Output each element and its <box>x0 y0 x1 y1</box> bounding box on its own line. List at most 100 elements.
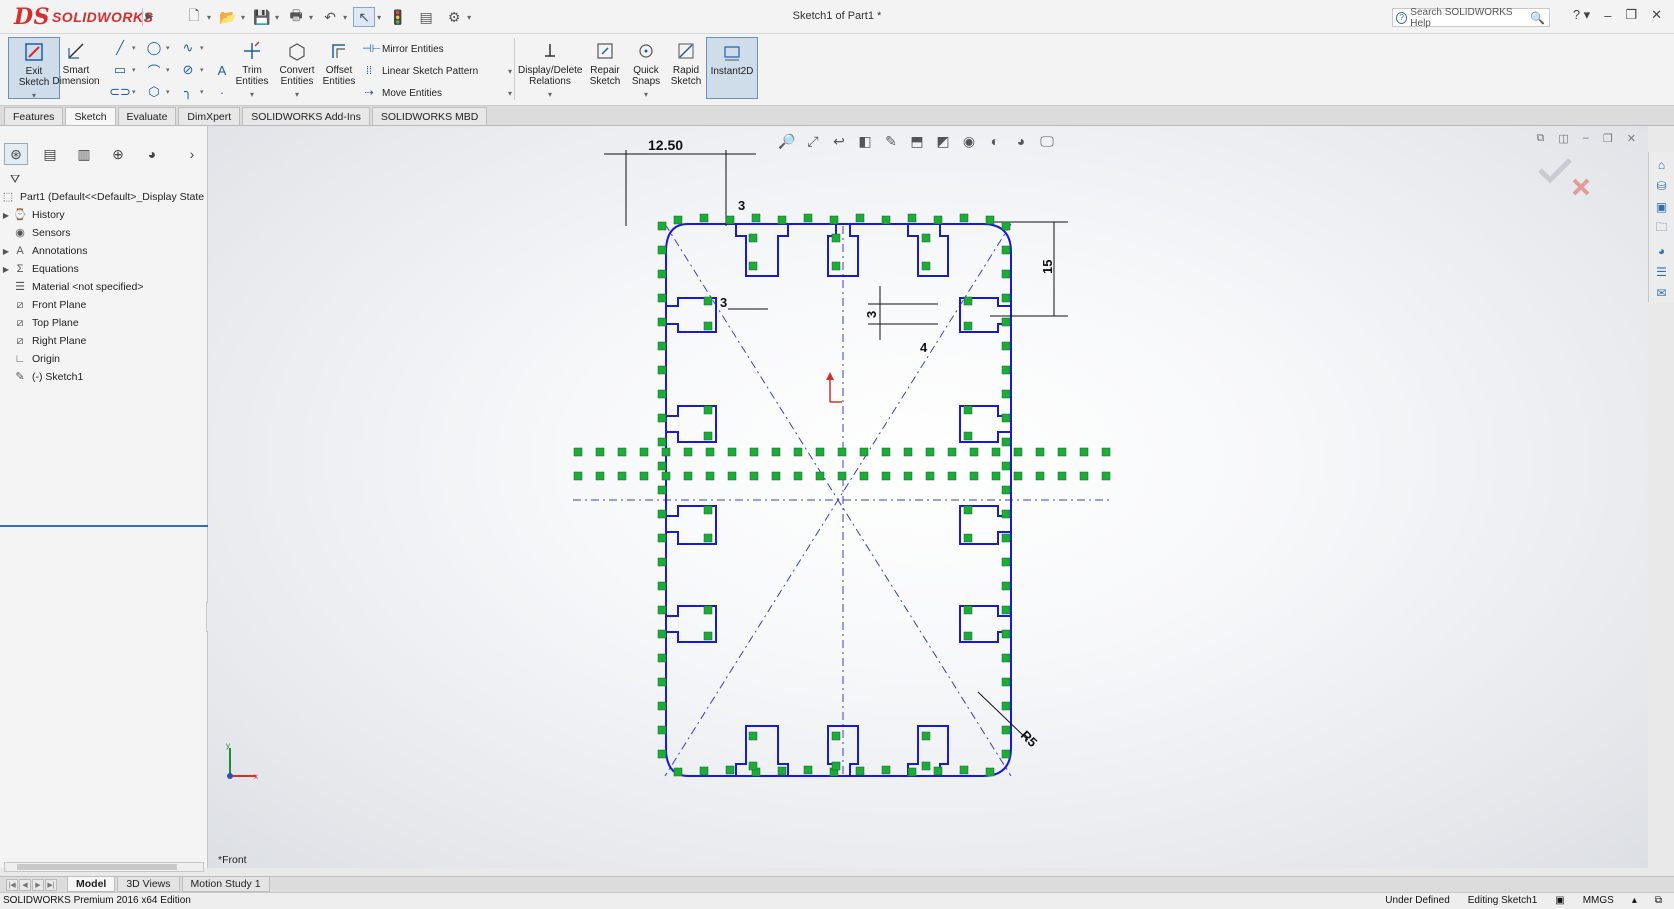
relation-marker[interactable] <box>1001 317 1011 327</box>
convert-dropdown-icon[interactable]: ▾ <box>274 89 320 100</box>
relation-marker[interactable] <box>803 765 813 775</box>
relation-marker[interactable] <box>725 215 735 225</box>
relation-marker[interactable] <box>657 341 667 351</box>
polygon-dropdown-icon[interactable]: ▾ <box>166 88 172 96</box>
relation-marker[interactable] <box>963 431 973 441</box>
relation-marker[interactable] <box>991 447 1001 457</box>
relation-marker[interactable] <box>725 765 735 775</box>
relation-marker[interactable] <box>657 413 667 423</box>
relation-marker[interactable] <box>1001 749 1011 759</box>
fillet-icon[interactable]: ╮ <box>176 83 200 101</box>
circle-icon[interactable]: ◯ <box>142 39 166 57</box>
line-dropdown-icon[interactable]: ▾ <box>132 44 138 52</box>
relation-marker[interactable] <box>777 215 787 225</box>
relation-marker[interactable] <box>1079 471 1089 481</box>
expand-arrow-icon[interactable]: ▶ <box>0 211 12 220</box>
relation-marker[interactable] <box>661 447 671 457</box>
design-library-icon[interactable]: ▣ <box>1653 199 1671 216</box>
relation-marker[interactable] <box>921 761 931 771</box>
tree-item-origin[interactable]: ∟ Origin <box>0 350 208 368</box>
relation-marker[interactable] <box>657 365 667 375</box>
appearances-icon[interactable]: ◕ <box>1653 242 1671 259</box>
convert-entities-button[interactable]: Convert Entities ▾ <box>274 37 320 99</box>
relation-marker[interactable] <box>1057 447 1067 457</box>
relation-marker[interactable] <box>1057 471 1067 481</box>
feature-tree-hscrollbar[interactable] <box>4 862 204 872</box>
tree-item-front-plane[interactable]: ⧄ Front Plane <box>0 296 208 314</box>
relation-marker[interactable] <box>947 471 957 481</box>
relation-marker[interactable] <box>1001 581 1011 591</box>
relation-marker[interactable] <box>881 447 891 457</box>
tree-item-sensors[interactable]: ◉ Sensors <box>0 224 208 242</box>
rectangle-dropdown-icon[interactable]: ▾ <box>132 66 138 74</box>
relation-marker[interactable] <box>771 471 781 481</box>
print-icon[interactable]: 🖶 <box>285 7 307 27</box>
relation-marker[interactable] <box>903 471 913 481</box>
save-icon[interactable]: 💾 <box>251 7 273 27</box>
scrollbar-thumb[interactable] <box>17 864 177 870</box>
relation-marker[interactable] <box>881 471 891 481</box>
relation-marker[interactable] <box>657 749 667 759</box>
relation-marker[interactable] <box>921 233 931 243</box>
relation-marker[interactable] <box>727 471 737 481</box>
close-icon[interactable]: ✕ <box>1651 7 1662 23</box>
relation-marker[interactable] <box>829 215 839 225</box>
relation-marker[interactable] <box>837 471 847 481</box>
tree-item-sketch1[interactable]: ✎ (-) Sketch1 <box>0 368 208 386</box>
arc-icon[interactable]: ⌒ <box>142 61 166 79</box>
relation-marker[interactable] <box>703 405 713 415</box>
relation-marker[interactable] <box>985 767 995 777</box>
tree-item-top-plane[interactable]: ⧄ Top Plane <box>0 314 208 332</box>
spline-icon[interactable]: ∿ <box>176 39 200 57</box>
home-icon[interactable]: ⌂ <box>1653 156 1671 173</box>
repair-sketch-button[interactable]: Repair Sketch <box>584 37 626 99</box>
dim-top-width[interactable]: 12.50 <box>648 137 683 153</box>
tree-item-right-plane[interactable]: ⧄ Right Plane <box>0 332 208 350</box>
tab-motion-study-1[interactable]: Motion Study 1 <box>181 877 270 892</box>
relation-marker[interactable] <box>639 471 649 481</box>
undo-dropdown-icon[interactable]: ▾ <box>343 13 347 22</box>
relation-marker[interactable] <box>1001 509 1011 519</box>
fillet-dropdown-icon[interactable]: ▾ <box>200 88 206 96</box>
move-entities-button[interactable]: ⇢ Move Entities ▾ <box>362 82 512 104</box>
dimxpert-manager-tab-icon[interactable]: ⊕ <box>106 143 130 165</box>
relation-marker[interactable] <box>749 471 759 481</box>
line-icon[interactable]: ╱ <box>108 39 132 57</box>
open-file-icon[interactable]: 📂 <box>217 7 239 27</box>
relation-marker[interactable] <box>1001 365 1011 375</box>
relation-marker[interactable] <box>831 233 841 243</box>
relation-marker[interactable] <box>831 261 841 271</box>
rebuild-status-icon[interactable]: ▣ <box>1555 893 1564 909</box>
relation-marker[interactable] <box>921 731 931 741</box>
relation-marker[interactable] <box>657 653 667 663</box>
relation-marker[interactable] <box>657 245 667 255</box>
relation-marker[interactable] <box>1001 533 1011 543</box>
relation-marker[interactable] <box>959 765 969 775</box>
tab-solidworks-addins[interactable]: SOLIDWORKS Add-Ins <box>242 107 370 125</box>
relation-marker[interactable] <box>1013 471 1023 481</box>
relation-marker[interactable] <box>703 631 713 641</box>
relation-marker[interactable] <box>751 213 761 223</box>
relation-marker[interactable] <box>703 505 713 515</box>
display-manager-tab-icon[interactable]: ◕ <box>140 143 164 165</box>
relation-marker[interactable] <box>1001 557 1011 567</box>
undo-icon[interactable]: ↶ <box>319 7 341 27</box>
relation-marker[interactable] <box>963 405 973 415</box>
relation-marker[interactable] <box>657 677 667 687</box>
dim-small-b[interactable]: 3 <box>720 295 727 310</box>
relation-marker[interactable] <box>793 447 803 457</box>
relation-marker[interactable] <box>859 447 869 457</box>
relation-marker[interactable] <box>657 533 667 543</box>
relation-marker[interactable] <box>855 213 865 223</box>
units-selector[interactable]: MMGS <box>1583 893 1614 909</box>
relation-marker[interactable] <box>1001 341 1011 351</box>
customize-icon[interactable]: ⧉ <box>1655 893 1662 909</box>
smart-dimension-button[interactable]: Smart Dimension <box>48 37 104 99</box>
relation-marker[interactable] <box>703 296 713 306</box>
relation-marker[interactable] <box>657 557 667 567</box>
quick-snaps-dropdown-icon[interactable]: ▾ <box>626 89 666 100</box>
relation-marker[interactable] <box>699 213 709 223</box>
tree-item-material[interactable]: ☰ Material <not specified> <box>0 278 208 296</box>
save-dropdown-icon[interactable]: ▾ <box>275 13 279 22</box>
relation-marker[interactable] <box>1001 653 1011 663</box>
